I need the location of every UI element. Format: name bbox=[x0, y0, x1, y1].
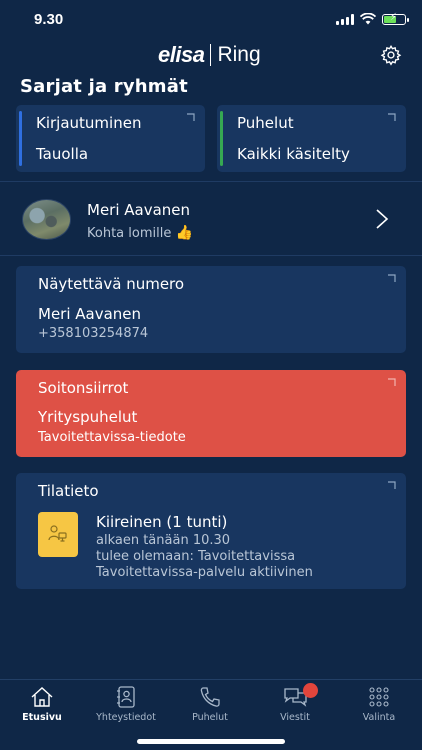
login-group-card[interactable]: Kirjautuminen Tauolla bbox=[16, 105, 205, 172]
logo-product: Ring bbox=[217, 43, 261, 66]
contacts-icon bbox=[117, 686, 135, 708]
dialpad-icon bbox=[369, 687, 389, 707]
battery-icon: ⚡ bbox=[382, 12, 409, 25]
chevron-right-icon bbox=[388, 481, 396, 489]
call-forwarding-detail: Tavoitettavissa-tiedote bbox=[38, 430, 186, 445]
tab-label: Valinta bbox=[362, 712, 396, 723]
status-tile bbox=[38, 512, 78, 557]
tab-label: Etusivu bbox=[22, 712, 62, 723]
status-line: Tavoitettavissa-palvelu aktiivinen bbox=[96, 565, 313, 580]
calls-card-value: Kaikki käsitelty bbox=[237, 145, 350, 163]
avatar[interactable] bbox=[22, 199, 71, 240]
display-number-name: Meri Aavanen bbox=[38, 305, 142, 323]
divider bbox=[0, 181, 422, 182]
display-number-card[interactable]: Näytettävä numero Meri Aavanen +35810325… bbox=[16, 266, 406, 353]
login-card-label: Kirjautuminen bbox=[36, 114, 142, 132]
wifi-icon bbox=[360, 13, 376, 25]
elisa-ring-logo: elisa Ring bbox=[158, 42, 261, 68]
tab-contacts[interactable]: Yhteystiedot bbox=[84, 680, 168, 730]
home-icon bbox=[31, 687, 53, 707]
chevron-right-icon bbox=[388, 274, 396, 282]
logo-brand: elisa bbox=[158, 42, 205, 67]
status-line: alkaen tänään 10.30 bbox=[96, 533, 231, 548]
tab-messages[interactable]: Viestit bbox=[253, 680, 337, 730]
tab-dialpad[interactable]: Valinta bbox=[337, 680, 421, 730]
tab-label: Viestit bbox=[280, 712, 310, 723]
logo-divider bbox=[210, 44, 212, 66]
status-time: 9.30 bbox=[34, 11, 64, 28]
app-header: elisa Ring bbox=[0, 40, 422, 76]
home-indicator[interactable] bbox=[137, 739, 285, 744]
status-state: Kiireinen (1 tunti) bbox=[96, 513, 228, 531]
call-forwarding-title: Soitonsiirrot bbox=[38, 379, 129, 397]
divider bbox=[0, 255, 422, 256]
calls-group-card[interactable]: Puhelut Kaikki käsitelty bbox=[217, 105, 406, 172]
signal-icon bbox=[336, 13, 354, 25]
status-line: tulee olemaan: Tavoitettavissa bbox=[96, 549, 296, 564]
gear-icon[interactable] bbox=[380, 44, 402, 66]
chevron-right-icon bbox=[388, 378, 396, 386]
phone-icon bbox=[200, 687, 220, 707]
display-number-title: Näytettävä numero bbox=[38, 275, 185, 293]
card-accent bbox=[19, 111, 22, 166]
tab-calls[interactable]: Puhelut bbox=[168, 680, 252, 730]
tab-home[interactable]: Etusivu bbox=[0, 680, 84, 730]
card-accent bbox=[220, 111, 223, 166]
display-number-value: +358103254874 bbox=[38, 326, 149, 341]
chevron-right-icon[interactable] bbox=[374, 208, 390, 230]
groups-section-title: Sarjat ja ryhmät bbox=[20, 76, 188, 97]
tab-label: Puhelut bbox=[192, 712, 228, 723]
tab-label: Yhteystiedot bbox=[96, 712, 156, 723]
busy-person-icon bbox=[48, 525, 67, 542]
status-bar: 9.30 ⚡ bbox=[0, 0, 422, 40]
call-forwarding-value: Yrityspuhelut bbox=[38, 408, 138, 426]
status-info-card[interactable]: Tilatieto Kiireinen (1 tunti) alkaen tän… bbox=[16, 473, 406, 589]
notification-badge bbox=[303, 683, 318, 698]
status-icons: ⚡ bbox=[336, 12, 409, 25]
profile-name[interactable]: Meri Aavanen bbox=[87, 201, 190, 219]
chevron-right-icon bbox=[187, 113, 195, 121]
login-card-value: Tauolla bbox=[36, 145, 89, 163]
thumbs-up-icon: 👍 bbox=[175, 225, 193, 241]
profile-status: Kohta lomille 👍 bbox=[87, 225, 193, 241]
status-info-title: Tilatieto bbox=[38, 482, 99, 500]
call-forwarding-card[interactable]: Soitonsiirrot Yrityspuhelut Tavoitettavi… bbox=[16, 370, 406, 457]
calls-card-label: Puhelut bbox=[237, 114, 294, 132]
profile-status-text: Kohta lomille bbox=[87, 226, 172, 241]
chevron-right-icon bbox=[388, 113, 396, 121]
